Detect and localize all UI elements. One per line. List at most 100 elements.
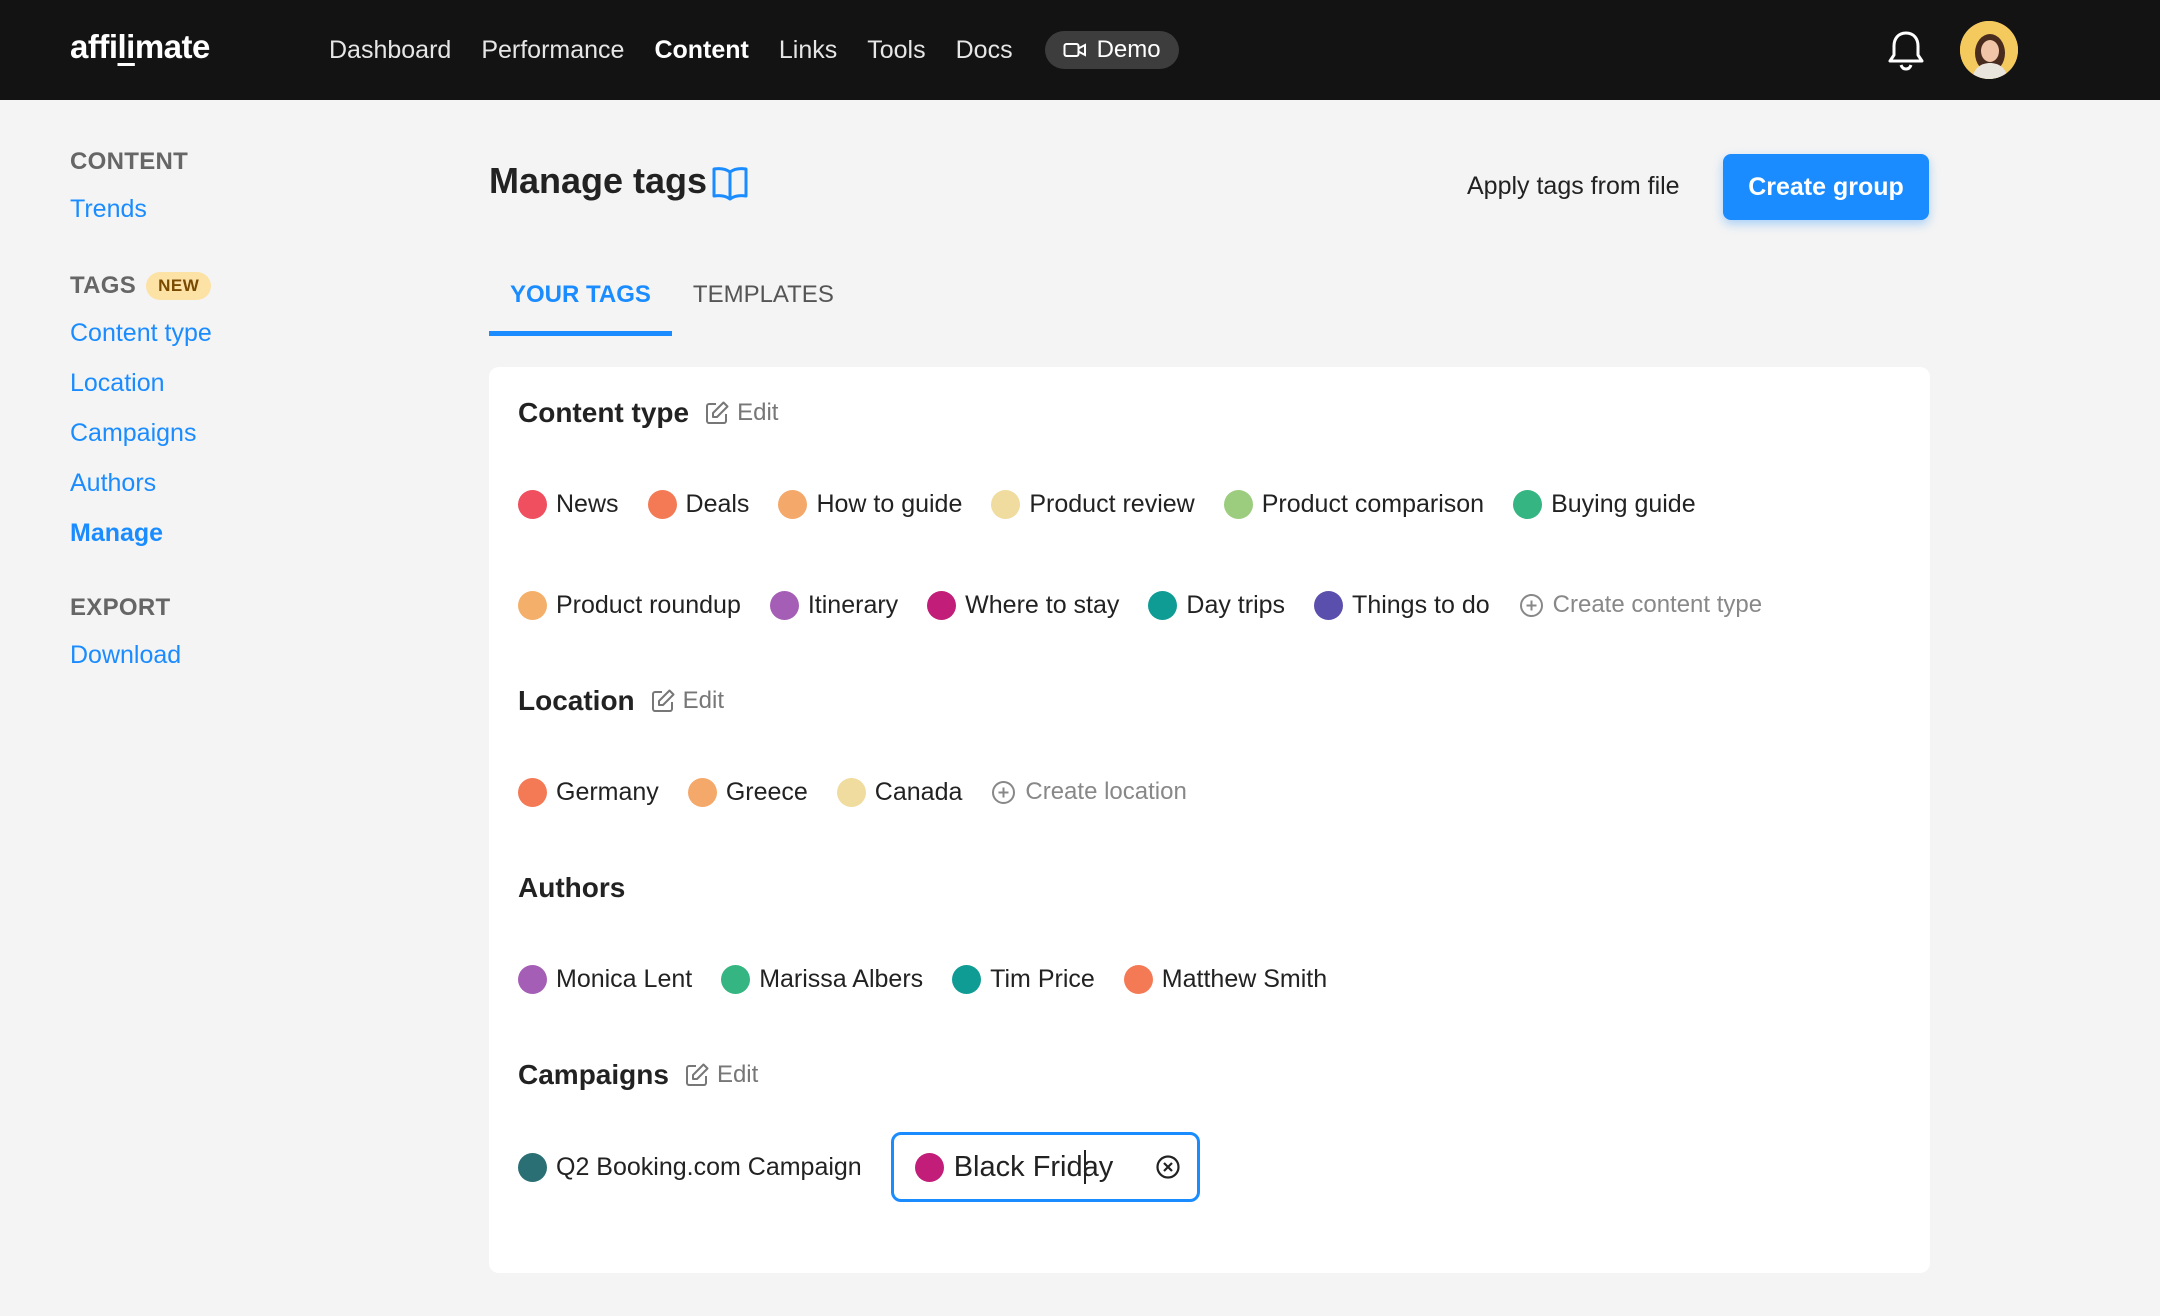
- tag-product-comparison[interactable]: Product comparison: [1223, 489, 1484, 519]
- authors-tags-row: Monica Lent Marissa Albers Tim Price Mat…: [518, 959, 1356, 999]
- sidebar-heading-content: CONTENT: [70, 148, 189, 175]
- tag-news[interactable]: News: [518, 489, 619, 519]
- clear-circle-icon[interactable]: [1155, 1154, 1181, 1180]
- sidebar-group-export: EXPORT Download: [70, 586, 400, 680]
- tab-templates[interactable]: TEMPLATES: [672, 270, 855, 336]
- tag-color-dot: [769, 590, 799, 620]
- top-nav: affilimate Dashboard Performance Content…: [0, 0, 2160, 100]
- tag-color-dot: [647, 489, 677, 519]
- tag-itinerary[interactable]: Itinerary: [769, 590, 899, 620]
- section-title-campaigns-label: Campaigns: [518, 1059, 669, 1090]
- sidebar-item-trends[interactable]: Trends: [70, 184, 400, 234]
- tag-where-to-stay[interactable]: Where to stay: [927, 590, 1120, 620]
- sidebar-item-manage[interactable]: Manage: [70, 508, 400, 558]
- nav-links-item[interactable]: Links: [779, 36, 837, 65]
- tag-label: Canada: [874, 777, 963, 806]
- tag-monica-lent[interactable]: Monica Lent: [518, 964, 692, 994]
- section-title-content-type: Content type Edit: [518, 397, 778, 429]
- avatar-portrait-icon: [1960, 21, 2018, 79]
- content-type-tags-row-2: Product roundup Itinerary Where to stay …: [518, 585, 1762, 625]
- section-title-location: Location Edit: [518, 685, 724, 717]
- sidebar-group-tags: TAGS NEW Content type Location Campaigns…: [70, 264, 400, 558]
- edit-content-type-button[interactable]: Edit: [705, 399, 778, 427]
- section-title-campaigns: Campaigns Edit: [518, 1059, 758, 1091]
- tag-deals[interactable]: Deals: [647, 489, 750, 519]
- tag-matthew-smith[interactable]: Matthew Smith: [1123, 964, 1328, 994]
- nav-links: Dashboard Performance Content Links Tool…: [329, 0, 1179, 100]
- tag-color-dot: [1123, 964, 1153, 994]
- page-title: Manage tags: [489, 160, 708, 201]
- apply-tags-from-file-link[interactable]: Apply tags from file: [1467, 172, 1680, 201]
- tag-germany[interactable]: Germany: [518, 777, 659, 807]
- tag-label: Buying guide: [1551, 489, 1696, 518]
- tag-q2-booking-campaign[interactable]: Q2 Booking.com Campaign: [518, 1152, 862, 1182]
- tag-label: Deals: [685, 489, 750, 518]
- tag-greece[interactable]: Greece: [687, 777, 808, 807]
- location-tags-row: Germany Greece Canada Create location: [518, 772, 1187, 812]
- sidebar-heading-tags: TAGS NEW: [70, 264, 400, 308]
- user-avatar[interactable]: [1960, 21, 2018, 79]
- tag-label: Tim Price: [990, 964, 1095, 993]
- nav-dashboard[interactable]: Dashboard: [329, 36, 451, 65]
- brand-logo[interactable]: affilimate: [70, 28, 210, 66]
- tag-color-dot: [991, 489, 1021, 519]
- create-content-type-button[interactable]: Create content type: [1519, 591, 1762, 619]
- tag-color-dot: [518, 964, 547, 994]
- tag-label: Matthew Smith: [1161, 964, 1328, 993]
- tag-color-dot: [1314, 590, 1344, 620]
- create-group-button[interactable]: Create group: [1723, 154, 1929, 220]
- text-caret: [1083, 1150, 1086, 1184]
- sidebar-heading-tags-label: TAGS: [70, 272, 137, 299]
- sidebar-item-campaigns[interactable]: Campaigns: [70, 408, 400, 458]
- sidebar-item-download[interactable]: Download: [70, 630, 400, 680]
- new-badge: NEW: [146, 272, 212, 300]
- video-camera-icon: [1063, 43, 1086, 57]
- tag-canada[interactable]: Canada: [836, 777, 963, 807]
- tag-day-trips[interactable]: Day trips: [1148, 590, 1286, 620]
- edit-location-button[interactable]: Edit: [651, 687, 724, 715]
- tag-color-dot: [1223, 489, 1253, 519]
- demo-label: Demo: [1096, 36, 1161, 63]
- tag-buying-guide[interactable]: Buying guide: [1513, 489, 1696, 519]
- tab-your-tags[interactable]: YOUR TAGS: [489, 270, 672, 336]
- nav-tools[interactable]: Tools: [867, 36, 925, 65]
- tag-label: Itinerary: [807, 590, 899, 619]
- edit-icon: [685, 1063, 709, 1086]
- tag-name-input[interactable]: [953, 1150, 1114, 1184]
- tag-color-dot[interactable]: [914, 1152, 944, 1182]
- demo-button[interactable]: Demo: [1044, 31, 1179, 69]
- tag-label: Where to stay: [965, 590, 1120, 619]
- tag-things-to-do[interactable]: Things to do: [1314, 590, 1490, 620]
- sidebar-item-location[interactable]: Location: [70, 358, 400, 408]
- tag-product-roundup[interactable]: Product roundup: [518, 590, 741, 620]
- campaigns-tags-row: Q2 Booking.com Campaign: [518, 1132, 1200, 1202]
- edit-campaigns-button[interactable]: Edit: [685, 1061, 758, 1089]
- tag-color-dot: [518, 489, 547, 519]
- nav-performance[interactable]: Performance: [481, 36, 624, 65]
- nav-content[interactable]: Content: [654, 36, 748, 65]
- tag-color-dot: [518, 1152, 547, 1182]
- tag-label: How to guide: [816, 489, 963, 518]
- tag-color-dot: [721, 964, 751, 994]
- tag-color-dot: [518, 777, 547, 807]
- edit-icon: [651, 689, 675, 712]
- tag-tim-price[interactable]: Tim Price: [952, 964, 1095, 994]
- tag-label: Day trips: [1186, 590, 1286, 619]
- sidebar: CONTENT Trends TAGS NEW Content type Loc…: [70, 140, 400, 704]
- tag-product-review[interactable]: Product review: [991, 489, 1195, 519]
- plus-circle-icon: [1519, 593, 1543, 617]
- notification-bell-icon[interactable]: [1885, 28, 1927, 72]
- tag-marissa-albers[interactable]: Marissa Albers: [721, 964, 923, 994]
- sidebar-item-content-type[interactable]: Content type: [70, 308, 400, 358]
- create-location-button[interactable]: Create location: [991, 778, 1187, 806]
- create-location-label: Create location: [1025, 778, 1187, 805]
- tag-color-dot: [1148, 590, 1178, 620]
- tag-label: Product review: [1029, 489, 1195, 518]
- tag-color-dot: [927, 590, 957, 620]
- tag-how-to-guide[interactable]: How to guide: [778, 489, 963, 519]
- sidebar-item-authors[interactable]: Authors: [70, 458, 400, 508]
- book-icon[interactable]: [711, 165, 749, 201]
- section-title-authors: Authors: [518, 872, 625, 904]
- plus-circle-icon: [992, 780, 1016, 804]
- nav-docs[interactable]: Docs: [956, 36, 1013, 65]
